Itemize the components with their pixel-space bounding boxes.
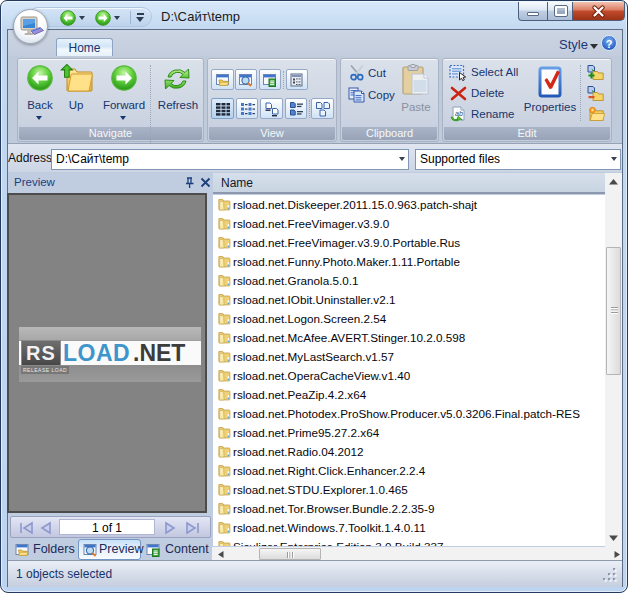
svg-text:ab: ab	[455, 110, 463, 117]
